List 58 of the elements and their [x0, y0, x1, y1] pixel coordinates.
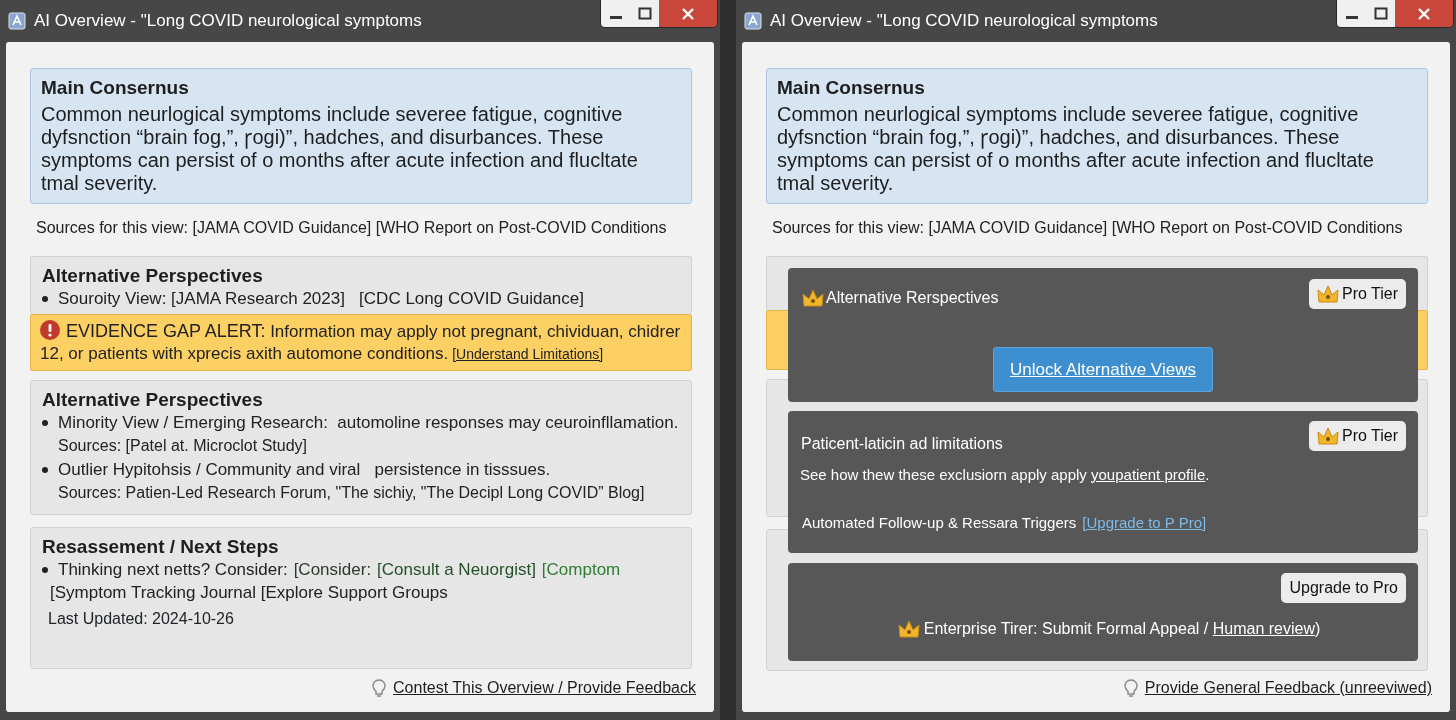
section-heading: Resassement / Next Steps: [42, 535, 280, 558]
minimize-icon: [609, 16, 622, 19]
step-link[interactable]: [Comptom: [541, 559, 621, 579]
minimize-icon: [1345, 16, 1358, 19]
overlay-text: Enterprise Tirer: Submit Formal Appeal / Human review): [923, 618, 1321, 639]
bullet-icon: [42, 295, 48, 302]
bullet-text: Minority View / Emerging Research: automoline responses may ceuroinfllamation.: [58, 411, 679, 434]
close-icon: [1417, 6, 1431, 21]
window-title: AI Overview - "Long COVID neurological symptoms: [770, 10, 1159, 33]
lightbulb-icon: [1122, 678, 1139, 698]
bullet-icon: [42, 566, 48, 573]
bullet-icon: [42, 419, 48, 426]
sources-text: Sources: [Patel at. Microclot Study]: [58, 435, 307, 456]
bullet-icon: [42, 466, 48, 473]
sources-text: Sources for this view: [JAMA COVID Guidance] [WHO Report on Post-COVID Conditions: [36, 217, 668, 238]
upgrade-link[interactable]: [Upgrade to P Pro]: [1082, 511, 1207, 535]
overlay-heading: Paticent-laticin ad limitations: [801, 433, 1003, 454]
sources-text: Sources for this view: [JAMA COVID Guidance] [WHO Report on Post-COVID Conditions: [772, 217, 1404, 238]
section-heading: Alternative Perspectives: [42, 264, 264, 287]
tier-badge: Pro Tier: [1309, 420, 1406, 451]
alert-text: EVIDENCE GAP ALERT: Information may apply not pregnant, chividuan, chidrer 12, or patients with xprecis axith automone conditions. [Understand Limitations]: [40, 319, 682, 365]
maximize-button[interactable]: [1366, 0, 1395, 27]
consensus-text: Common neurlogical symptoms include severee fatigue, cognitive dyfsnction “brain fog,”, ꞅogi)”, hadches, and disurbances. These symptoms can persist of o months after acute infection and flucltate tmal severity.: [777, 102, 1375, 195]
bullet-text: Souroity View: [JAMA Research 2023] [CDC Long COVID Guidance]: [58, 287, 584, 310]
section-heading: Alternative Perspectives: [42, 388, 264, 411]
step-link[interactable]: [Consider:: [293, 559, 372, 579]
step-links-text: [Symptom Tracking Journal [Explore Support Groups: [50, 581, 449, 604]
app-icon: [744, 12, 762, 30]
feedback-link[interactable]: Provide General Feedback (unreeviwed): [1144, 676, 1432, 700]
minimize-button[interactable]: [1337, 0, 1366, 27]
app-icon: [8, 12, 26, 30]
overlay-text: See how thew these exclusiorn apply apply youpatient profile.: [800, 464, 1210, 485]
close-button[interactable]: [1395, 0, 1453, 27]
bullet-text: Thinking next netts? Consider:: [58, 559, 288, 579]
overlay-text: Automated Follow-up & Ressara Triggers: [802, 512, 1077, 533]
overlay-heading: Alternative Rerspectives: [826, 287, 999, 308]
tier-badge: Pro Tier: [1309, 278, 1406, 309]
step-link[interactable]: [Consult a Neuorgist]: [377, 559, 536, 579]
maximize-icon: [1373, 6, 1388, 21]
maximize-button[interactable]: [630, 0, 659, 27]
feedback-link[interactable]: Contest This Overview / Provide Feedback: [393, 676, 696, 700]
limitations-link[interactable]: [Understand Limitations]: [452, 345, 604, 362]
close-button[interactable]: [659, 0, 717, 27]
lightbulb-icon: [371, 678, 388, 698]
review-link[interactable]: Human review: [1212, 619, 1315, 637]
window-title: AI Overview - "Long COVID neurological symptoms: [34, 10, 423, 33]
tier-badge: Upgrade to Pro: [1281, 572, 1406, 603]
maximize-icon: [637, 6, 652, 21]
consensus-text: Common neurlogical symptoms include severee fatigue, cognitive dyfsnction “brain fog,”, ꞅogi)”, hadches, and disurbances. These symptoms can persist of o months after acute infection and flucltate tmal severity.: [41, 102, 639, 195]
panel-heading: Main Consernus: [777, 77, 926, 100]
updated-text: Last Updated: 2024-10-26: [48, 608, 235, 629]
panel-heading: Main Consernus: [41, 77, 190, 100]
bullet-text: Outlier Hypitohsis / Community and viral persistence in tisssues.: [58, 458, 551, 481]
alert-icon: [40, 319, 60, 340]
minimize-button[interactable]: [601, 0, 630, 27]
sources-text: Sources: Patien-Led Research Forum, "The sichiy, "The Decipl Long COVID” Blog]: [58, 482, 645, 503]
close-icon: [681, 6, 695, 21]
profile-link[interactable]: youpatient profile: [1091, 465, 1206, 483]
